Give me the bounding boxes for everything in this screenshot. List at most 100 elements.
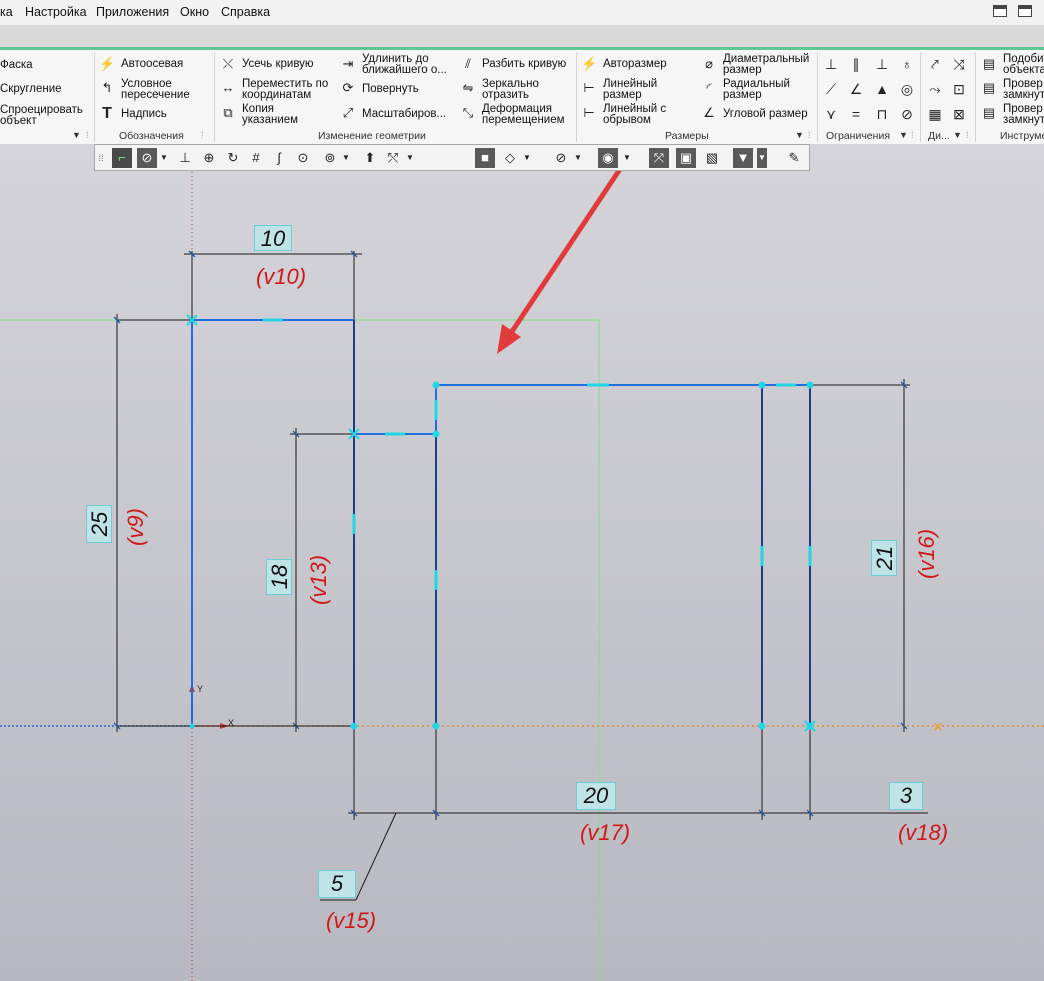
group-separator [214,52,215,142]
chevron-down-icon[interactable]: ▼ [899,130,908,140]
group-separator [817,52,818,142]
chevron-down-icon[interactable]: ▼ [795,130,804,140]
trim-curve-icon: ⤬ [222,56,234,71]
diagnostic-icon-2[interactable]: ⤨ [949,54,969,74]
perpendicular-icon[interactable]: ⊥ [872,54,892,74]
group-label-designations: Обозначения [119,130,184,142]
menu-item-file-partial[interactable]: ка [0,5,13,19]
zoom-icon[interactable]: ⊙ [293,148,313,168]
toolbar-grip-icon[interactable]: ⁞⁞ [95,148,107,168]
group-label-geometry: Изменение геометрии [318,130,426,142]
grip-icon: ⁞ [201,130,204,140]
zoom-dropdown-icon[interactable]: ▼ [341,148,351,168]
constraints-display-icon[interactable]: ▣ [676,148,696,168]
coordinate-dropdown-icon[interactable]: ▼ [405,148,415,168]
group-separator [975,52,976,142]
menu-item-apps[interactable]: Приложения [96,5,169,19]
snap-dropdown-icon[interactable]: ▼ [159,148,169,168]
diagnostic-icon-3[interactable]: ⤳ [925,79,945,99]
dimension-21-value[interactable]: 21 [871,540,897,576]
angular-dimension-button[interactable]: Угловой размер [723,108,808,120]
menu-item-settings[interactable]: Настройка [25,5,87,19]
dimensions-display-icon[interactable]: ⤧ [649,148,669,168]
filter-dropdown-icon[interactable]: ▼ [757,148,767,168]
zoom-window-icon[interactable]: ⊚ [320,148,340,168]
dimension-18-variable: (v13) [306,554,331,605]
auto-axis-button[interactable]: Автоосевая [121,58,183,70]
restore-window-button[interactable] [993,5,1007,17]
title-strip [0,25,1044,47]
trim-curve-button[interactable]: Усечь кривую [242,58,314,70]
step-icon[interactable]: ∫ [269,148,289,168]
parametric-mode-icon[interactable]: ⌐ [112,148,132,168]
grip-icon: ⁞ [911,130,914,140]
visibility-icon[interactable]: ◉ [598,148,618,168]
equal-icon[interactable]: = [846,104,866,124]
group-separator [94,52,95,142]
fillet-button[interactable]: Скругление [0,83,62,95]
coordinate-icon[interactable]: ⤲ [383,148,403,168]
radial-dimension-icon: ◜ [706,80,712,95]
parallel-icon[interactable]: ∥ [846,54,866,74]
menu-item-window[interactable]: Окно [180,5,209,19]
view-toolbar: ⁞⁞ ⌐ ⊘ ▼ ⊥ ⊕ ↻ # ∫ ⊙ ⊚ ▼ ⬆ ⤲ ▼ ■ ◇ ▼ ⊘ ▼… [94,144,810,171]
hide-icon[interactable]: ⊘ [551,148,571,168]
tangent-icon[interactable]: ♁ [897,54,917,74]
drawing-canvas[interactable]: Y X ✕ 10 (v10) 25 (v9) 18 (v13) 21 (v16)… [0,144,1044,981]
angle-constraint-icon[interactable]: ∠ [846,79,866,99]
chamfer-button[interactable]: Фаска [0,59,33,71]
snap-icon[interactable]: ⊘ [137,148,157,168]
conditional-intersection-icon: ↰ [101,80,113,95]
chevron-down-icon[interactable]: ▼ [72,130,81,140]
rotate-icon: ⟳ [342,80,354,95]
diagnostic-icon-5[interactable]: ▦ [925,104,945,124]
check-closed-2-icon: ▤ [982,105,996,120]
diagnostic-icon-6[interactable]: ⊠ [949,104,969,124]
dimension-5-value[interactable]: 5 [318,870,356,898]
collinear-icon[interactable]: ⟋ [821,79,841,99]
diagnostic-icon-1[interactable]: ⤤ [925,54,945,74]
eyedropper-icon[interactable]: ✎ [784,148,804,168]
dimension-25-value[interactable]: 25 [86,505,112,543]
coincident-icon[interactable]: ⊓ [872,104,892,124]
object-display-icon[interactable]: ▧ [702,148,722,168]
filter-icon[interactable]: ▼ [733,148,753,168]
split-curve-button[interactable]: Разбить кривую [482,58,566,70]
hide-dropdown-icon[interactable]: ▼ [573,148,583,168]
visibility-dropdown-icon[interactable]: ▼ [622,148,632,168]
horizontal-constraint-icon[interactable]: ▲ [872,79,892,99]
rotate-button[interactable]: Повернуть [362,83,419,95]
concentric-icon[interactable]: ◎ [897,79,917,99]
fix-point-icon[interactable]: ⊥ [821,54,841,74]
rotate-view-icon[interactable]: ↻ [223,148,243,168]
conditional-intersection-label-2: пересечение [121,89,190,101]
wireframe-view-icon[interactable]: ◇ [500,148,520,168]
dimension-20-value[interactable]: 20 [576,782,616,810]
dimension-25-variable: (v9) [123,508,148,546]
check-closed-label-2: замкнут [1003,89,1044,101]
dimension-10-value[interactable]: 10 [254,225,292,251]
scale-button[interactable]: Масштабиров... [362,108,446,120]
auto-axis-icon: ⚡ [99,56,116,71]
dimension-21-variable: (v16) [914,528,939,579]
shaded-view-icon[interactable]: ■ [475,148,495,168]
window-settings-button[interactable] [1018,5,1032,17]
grid-icon[interactable]: # [246,148,266,168]
dimension-10-variable: (v10) [256,264,307,289]
inscription-button[interactable]: Надпись [121,108,167,120]
dimension-3-value[interactable]: 3 [889,782,923,810]
dimension-18-value[interactable]: 18 [266,559,292,595]
auto-dimension-button[interactable]: Авторазмер [603,58,667,70]
split-curve-icon: ⫽ [465,56,471,71]
local-cs-icon[interactable]: ⊕ [199,148,219,168]
ortho-icon[interactable]: ⊥ [175,148,195,168]
symmetry-icon[interactable]: ⋎ [821,104,841,124]
linear-dimension-label-2: размер [603,89,642,101]
diagnostic-icon-4[interactable]: ⊡ [949,79,969,99]
hatch-constraint-icon[interactable]: ⊘ [897,104,917,124]
chevron-down-icon[interactable]: ▼ [953,130,962,140]
pan-icon[interactable]: ⬆ [360,148,380,168]
view-dropdown-icon[interactable]: ▼ [522,148,532,168]
check-closed-2-label-2: замкнут [1003,114,1044,126]
menu-item-help[interactable]: Справка [221,5,270,19]
